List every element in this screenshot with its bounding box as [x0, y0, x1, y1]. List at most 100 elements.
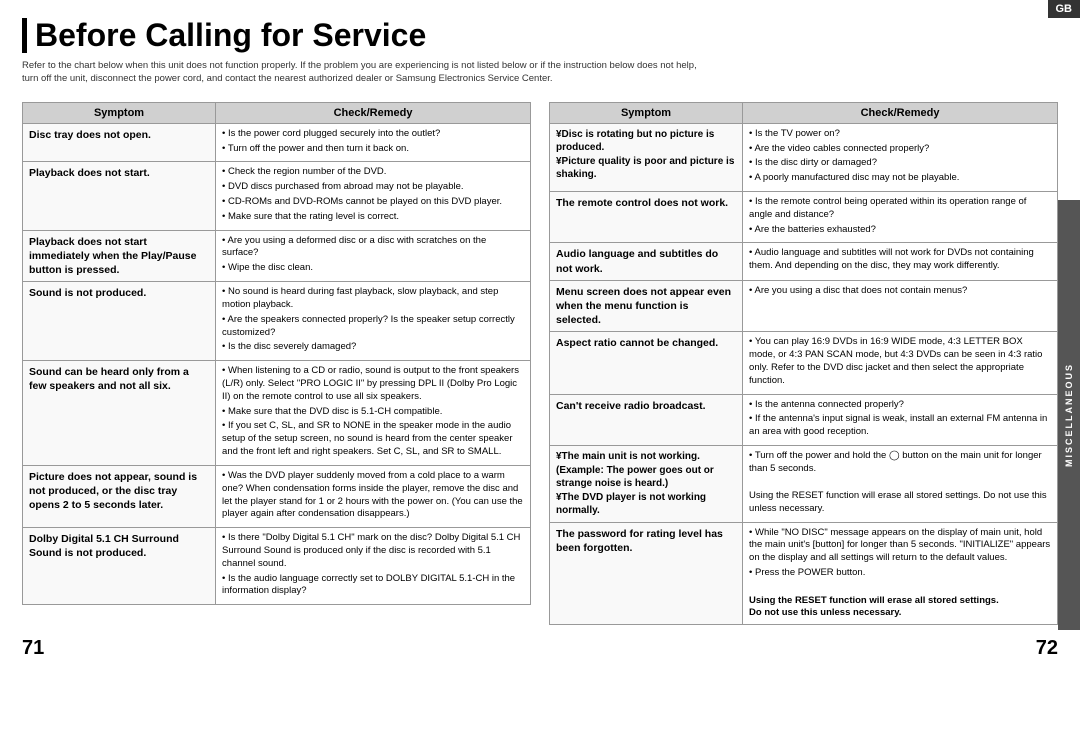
list-item: Is the disc severely damaged? — [222, 341, 524, 354]
list-item: Are the batteries exhausted? — [749, 224, 1051, 237]
list-item: Is there "Dolby Digital 5.1 CH" mark on … — [222, 532, 524, 570]
right-table: Symptom Check/Remedy ¥Disc is rotating b… — [549, 102, 1058, 625]
page-number-left: 71 — [22, 637, 44, 660]
remedy-cell: Is the TV power on? Are the video cables… — [743, 123, 1058, 191]
symptom-text: ¥Disc is rotating but no picture is prod… — [556, 129, 734, 181]
symptom-cell: ¥The main unit is not working.(Example: … — [550, 446, 743, 523]
reset-note: Using the RESET function will erase all … — [749, 595, 1051, 621]
list-item: CD-ROMs and DVD-ROMs cannot be played on… — [222, 196, 524, 209]
table-row: The password for rating level has been f… — [550, 522, 1058, 625]
remedy-cell: No sound is heard during fast playback, … — [216, 282, 531, 361]
remedy-cell: Check the region number of the DVD. DVD … — [216, 162, 531, 230]
remedy-cell: Turn off the power and hold the ◯ button… — [743, 446, 1058, 523]
page-subtitle: Refer to the chart below when this unit … — [22, 59, 702, 86]
symptom-cell: Sound is not produced. — [23, 282, 216, 361]
remedy-list: Is the power cord plugged securely into … — [222, 128, 524, 156]
remedy-cell: Is there "Dolby Digital 5.1 CH" mark on … — [216, 528, 531, 605]
remedy-cell: Is the power cord plugged securely into … — [216, 123, 531, 162]
right-table-section: Symptom Check/Remedy ¥Disc is rotating b… — [549, 102, 1058, 625]
list-item: Is the power cord plugged securely into … — [222, 128, 524, 141]
list-item: Are you using a disc that does not conta… — [749, 285, 1051, 298]
list-item: A poorly manufactured disc may not be pl… — [749, 172, 1051, 185]
remedy-list: No sound is heard during fast playback, … — [222, 286, 524, 354]
symptom-cell: Sound can be heard only from a few speak… — [23, 361, 216, 466]
symptom-cell: Can't receive radio broadcast. — [550, 394, 743, 445]
page-numbers: 71 72 — [22, 637, 1058, 660]
list-item: If the antenna's input signal is weak, i… — [749, 413, 1051, 439]
right-symptom-header: Symptom — [550, 102, 743, 123]
table-row: Dolby Digital 5.1 CH Surround Sound is n… — [23, 528, 531, 605]
list-item: Press the POWER button. — [749, 567, 1051, 580]
symptom-cell: Menu screen does not appear even when th… — [550, 280, 743, 332]
page-title: Before Calling for Service — [22, 18, 1058, 53]
list-item: DVD discs purchased from abroad may not … — [222, 181, 524, 194]
list-item: Is the disc dirty or damaged? — [749, 157, 1051, 170]
misc-label: MISCELLANEOUS — [1064, 363, 1074, 467]
remedy-cell: Are you using a disc that does not conta… — [743, 280, 1058, 332]
misc-sidebar: MISCELLANEOUS — [1058, 200, 1080, 630]
remedy-list: Is the remote control being operated wit… — [749, 196, 1051, 236]
remedy-note: Using the RESET function will erase all … — [749, 490, 1047, 514]
table-row: Menu screen does not appear even when th… — [550, 280, 1058, 332]
symptom-cell: Aspect ratio cannot be changed. — [550, 332, 743, 394]
list-item: Audio language and subtitles will not wo… — [749, 247, 1051, 273]
list-item: Is the antenna connected properly? — [749, 399, 1051, 412]
list-item: Are the speakers connected properly? Is … — [222, 314, 524, 340]
page-container: GB Before Calling for Service Refer to t… — [0, 0, 1080, 690]
symptom-cell: Dolby Digital 5.1 CH Surround Sound is n… — [23, 528, 216, 605]
list-item: Is the audio language correctly set to D… — [222, 573, 524, 599]
symptom-cell: Disc tray does not open. — [23, 123, 216, 162]
table-row: The remote control does not work. Is the… — [550, 192, 1058, 243]
remedy-list: Is the TV power on? Are the video cables… — [749, 128, 1051, 185]
table-row: Audio language and subtitles do not work… — [550, 243, 1058, 280]
symptom-text: ¥The main unit is not working.(Example: … — [556, 451, 714, 516]
left-symptom-header: Symptom — [23, 102, 216, 123]
list-item: Wipe the disc clean. — [222, 262, 524, 275]
table-row: Playback does not start immediately when… — [23, 230, 531, 282]
list-item: Make sure that the DVD disc is 5.1-CH co… — [222, 406, 524, 419]
symptom-cell: The password for rating level has been f… — [550, 522, 743, 625]
list-item: Make sure that the rating level is corre… — [222, 211, 524, 224]
remedy-cell: When listening to a CD or radio, sound i… — [216, 361, 531, 466]
symptom-cell: ¥Disc is rotating but no picture is prod… — [550, 123, 743, 191]
list-item: If you set C, SL, and SR to NONE in the … — [222, 420, 524, 458]
table-row: ¥Disc is rotating but no picture is prod… — [550, 123, 1058, 191]
remedy-cell: Is the remote control being operated wit… — [743, 192, 1058, 243]
symptom-cell: Playback does not start. — [23, 162, 216, 230]
table-row: Picture does not appear, sound is not pr… — [23, 465, 531, 527]
remedy-list: Was the DVD player suddenly moved from a… — [222, 470, 524, 521]
table-row: Aspect ratio cannot be changed. You can … — [550, 332, 1058, 394]
remedy-cell: You can play 16:9 DVDs in 16:9 WIDE mode… — [743, 332, 1058, 394]
table-row: Disc tray does not open. Is the power co… — [23, 123, 531, 162]
list-item: No sound is heard during fast playback, … — [222, 286, 524, 312]
symptom-cell: Audio language and subtitles do not work… — [550, 243, 743, 280]
list-item: Turn off the power and hold the ◯ button… — [749, 450, 1051, 476]
remedy-list: Is there "Dolby Digital 5.1 CH" mark on … — [222, 532, 524, 598]
remedy-cell: Audio language and subtitles will not wo… — [743, 243, 1058, 280]
gb-badge: GB — [1048, 0, 1080, 18]
list-item: Turn off the power and then turn it back… — [222, 143, 524, 156]
list-item: Is the TV power on? — [749, 128, 1051, 141]
left-remedy-header: Check/Remedy — [216, 102, 531, 123]
left-table: Symptom Check/Remedy Disc tray does not … — [22, 102, 531, 605]
right-remedy-header: Check/Remedy — [743, 102, 1058, 123]
remedy-cell: Are you using a deformed disc or a disc … — [216, 230, 531, 282]
remedy-list: When listening to a CD or radio, sound i… — [222, 365, 524, 459]
remedy-list: While "NO DISC" message appears on the d… — [749, 527, 1051, 580]
symptom-cell: Playback does not start immediately when… — [23, 230, 216, 282]
table-row: Sound can be heard only from a few speak… — [23, 361, 531, 466]
remedy-list: Turn off the power and hold the ◯ button… — [749, 450, 1051, 476]
table-row: Can't receive radio broadcast. Is the an… — [550, 394, 1058, 445]
symptom-cell: The remote control does not work. — [550, 192, 743, 243]
list-item: Are the video cables connected properly? — [749, 143, 1051, 156]
list-item: You can play 16:9 DVDs in 16:9 WIDE mode… — [749, 336, 1051, 387]
page-number-right: 72 — [1036, 637, 1058, 660]
remedy-list: You can play 16:9 DVDs in 16:9 WIDE mode… — [749, 336, 1051, 387]
list-item: Check the region number of the DVD. — [222, 166, 524, 179]
tables-container: Symptom Check/Remedy Disc tray does not … — [22, 102, 1058, 625]
list-item: When listening to a CD or radio, sound i… — [222, 365, 524, 403]
remedy-list: Check the region number of the DVD. DVD … — [222, 166, 524, 223]
table-row: ¥The main unit is not working.(Example: … — [550, 446, 1058, 523]
remedy-list: Are you using a disc that does not conta… — [749, 285, 1051, 298]
list-item: Are you using a deformed disc or a disc … — [222, 235, 524, 261]
